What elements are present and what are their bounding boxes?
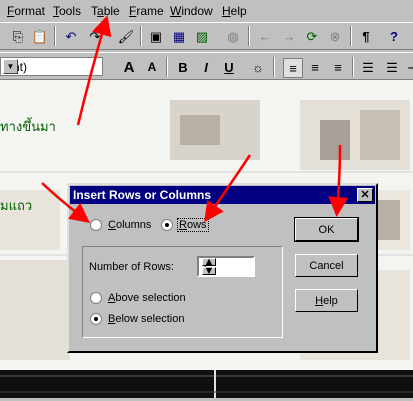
redo-icon[interactable]: ↷ <box>86 27 104 45</box>
insert-table-icon[interactable]: ▦ <box>170 27 188 45</box>
toolbar-separator <box>248 26 250 46</box>
dialog-title: Insert Rows or Columns <box>73 188 212 202</box>
below-selection-radio[interactable] <box>90 313 102 325</box>
underline-icon[interactable]: U <box>220 58 238 76</box>
help-button[interactable]: Help <box>295 289 358 312</box>
toolbar-separator <box>140 26 142 46</box>
paste-icon[interactable]: 📋 <box>31 27 49 45</box>
chevron-down-icon[interactable]: ▼ <box>3 59 18 74</box>
increase-font-size-icon[interactable]: A <box>120 58 138 76</box>
bullet-list-icon[interactable]: ☰ <box>383 58 401 76</box>
refresh-icon[interactable]: ⟳ <box>303 27 321 45</box>
menu-tools[interactable]: Tools <box>53 4 81 18</box>
below-selection-label[interactable]: Below selection <box>108 313 184 325</box>
spin-down-icon[interactable]: ▼ <box>202 265 216 277</box>
stop-icon[interactable]: ⊗ <box>326 27 344 45</box>
close-button[interactable]: ✕ <box>357 188 373 202</box>
toolbar-separator <box>350 26 352 46</box>
spell-check-icon[interactable]: ☼ <box>249 58 267 76</box>
toolbar-separator <box>352 57 354 77</box>
dialog-titlebar[interactable]: Insert Rows or Columns ✕ <box>70 186 375 204</box>
align-center-icon[interactable]: ≡ <box>306 58 324 76</box>
above-selection-label[interactable]: Above selection <box>108 292 186 304</box>
bottom-strip <box>0 370 413 398</box>
insert-image-icon[interactable]: ▨ <box>193 27 211 45</box>
toolbar-separator <box>166 57 168 77</box>
insert-frame-icon[interactable]: ▣ <box>147 27 165 45</box>
globe-icon[interactable]: ◍ <box>224 27 242 45</box>
indent-icon[interactable]: ⇥ <box>404 58 413 76</box>
rows-label[interactable]: Rows <box>177 218 209 232</box>
menu-frame[interactable]: Frame <box>129 4 164 18</box>
forward-arrow-icon[interactable]: → <box>280 27 298 45</box>
format-painter-icon[interactable]: 🖌 <box>117 27 135 45</box>
menu-window[interactable]: Window <box>170 4 213 18</box>
toolbar-separator <box>54 26 56 46</box>
context-help-icon[interactable]: ? <box>385 27 403 45</box>
insert-rows-columns-dialog: Insert Rows or Columns ✕ Columns Rows Nu… <box>67 183 378 353</box>
bottom-strip-graphic <box>0 370 413 398</box>
above-selection-radio[interactable] <box>90 292 102 304</box>
undo-icon[interactable]: ↶ <box>62 27 80 45</box>
align-left-icon[interactable]: ≡ <box>283 58 303 78</box>
menu-format[interactable]: Format <box>7 4 45 18</box>
menu-table[interactable]: Table <box>91 4 120 18</box>
menu-bar: Format Tools Table Frame Window Help <box>0 0 413 22</box>
document-text-line: ทางขึ้นมา <box>0 120 56 135</box>
toolbar-separator <box>273 57 275 77</box>
help-button-label: Help <box>315 294 338 307</box>
bold-icon[interactable]: B <box>174 58 192 76</box>
rows-radio[interactable] <box>161 219 173 231</box>
paragraph-marks-icon[interactable]: ¶ <box>357 27 375 45</box>
ok-button[interactable]: OK <box>294 217 359 242</box>
align-right-icon[interactable]: ≡ <box>329 58 347 76</box>
cancel-button[interactable]: Cancel <box>295 254 358 277</box>
numbered-list-icon[interactable]: ☰ <box>359 58 377 76</box>
menu-help[interactable]: Help <box>222 4 247 18</box>
font-combo[interactable]: font) ▼ <box>0 57 103 76</box>
back-arrow-icon[interactable]: ← <box>256 27 274 45</box>
number-of-rows-label: Number of Rows: <box>89 261 174 273</box>
decrease-font-size-icon[interactable]: A <box>143 58 161 76</box>
italic-icon[interactable]: I <box>197 58 215 76</box>
copy-icon[interactable]: ⎘ <box>9 27 27 45</box>
number-of-rows-input[interactable]: 1 ▲ ▼ <box>197 256 255 277</box>
standard-toolbar: ⎘ 📋 ↶ ↷ 🖌 ▣ ▦ ▨ ◍ ← → ⟳ ⊗ ¶ ? <box>0 22 413 50</box>
columns-label[interactable]: Columns <box>108 219 151 231</box>
columns-radio[interactable] <box>90 219 102 231</box>
document-text-line: มแถว <box>0 199 33 214</box>
